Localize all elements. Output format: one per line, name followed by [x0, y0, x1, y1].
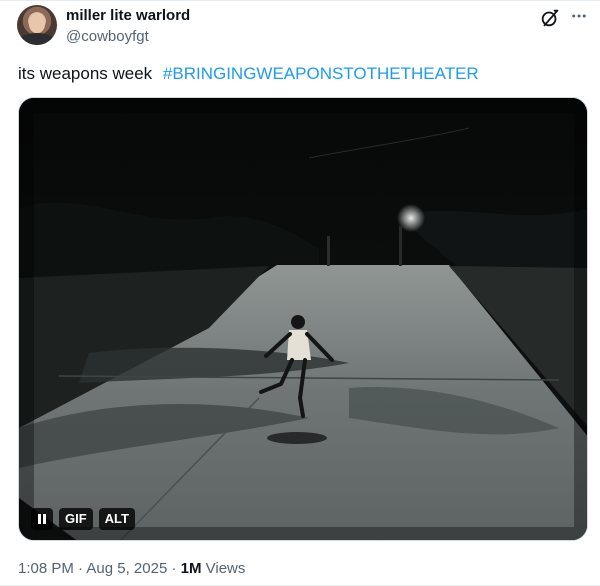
- media-scene: [19, 98, 587, 540]
- tweet-time[interactable]: 1:08 PM: [18, 560, 74, 577]
- pause-icon[interactable]: [31, 508, 53, 530]
- gif-badge: GIF: [59, 508, 93, 530]
- avatar-face: [29, 13, 45, 33]
- tweet-meta: 1:08 PM · Aug 5, 2025 · 1M Views: [18, 560, 245, 577]
- alt-text-button[interactable]: ALT: [98, 508, 135, 530]
- avatar[interactable]: [17, 5, 57, 45]
- tweet-text: its weapons week #BRINGINGWEAPONSTOTHETH…: [18, 64, 479, 84]
- views-count: 1M: [180, 560, 202, 577]
- meta-separator-2: ·: [167, 560, 181, 577]
- hashtag-link[interactable]: #BRINGINGWEAPONSTOTHETHEATER: [163, 64, 479, 83]
- views-label: Views: [201, 560, 246, 577]
- more-options-icon[interactable]: [570, 7, 588, 25]
- author-display-name[interactable]: miller lite warlord: [66, 7, 190, 24]
- top-divider: [0, 0, 600, 1]
- avatar-shirt: [19, 33, 55, 45]
- grok-icon[interactable]: [539, 7, 561, 29]
- meta-separator: ·: [73, 560, 87, 577]
- author-handle[interactable]: @cowboyfgt: [66, 28, 149, 45]
- media-controls: GIF ALT: [31, 508, 135, 530]
- tweet-body: its weapons week: [18, 64, 157, 83]
- tweet-date[interactable]: Aug 5, 2025: [86, 560, 167, 577]
- tweet-media-gif[interactable]: GIF ALT: [18, 97, 588, 541]
